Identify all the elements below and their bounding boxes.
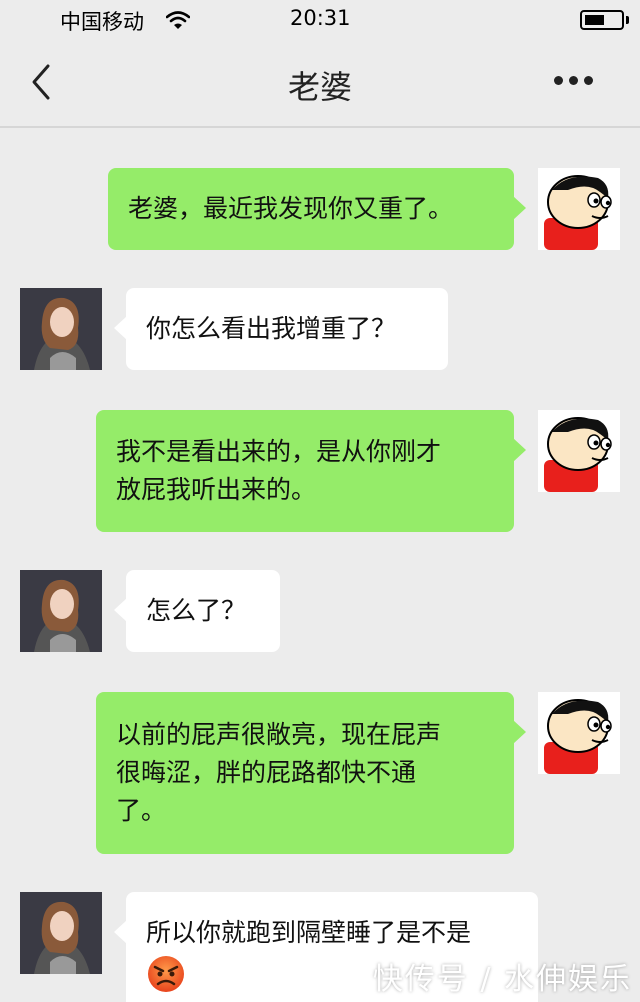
message-bubble-received[interactable]: 怎么了？ — [114, 570, 280, 652]
message-text: 我不是看出来的，是从你刚才 放屁我听出来的。 — [116, 437, 442, 504]
woman-photo-avatar-icon — [20, 288, 102, 370]
status-bar: 中国移动 20:31 — [0, 0, 640, 40]
status-time: 20:31 — [290, 6, 351, 30]
carrier-name: 中国移动 — [60, 10, 144, 34]
message-text: 怎么了？ — [146, 596, 247, 625]
woman-photo-avatar-icon — [20, 892, 102, 974]
message-text: 所以你就跑到隔壁睡了是不是 — [146, 918, 472, 947]
my-avatar[interactable] — [538, 410, 620, 492]
cartoon-boy-avatar-icon — [538, 410, 620, 492]
cartoon-boy-avatar-icon — [538, 168, 620, 250]
chat-title: 老婆 — [287, 68, 352, 106]
message-text: 你怎么看出我增重了？ — [146, 314, 397, 343]
woman-photo-avatar-icon — [20, 570, 102, 652]
my-avatar[interactable] — [538, 692, 620, 774]
partner-avatar[interactable] — [20, 570, 102, 652]
more-options-icon[interactable] — [552, 74, 596, 88]
partner-avatar[interactable] — [20, 288, 102, 370]
watermark: 快传号 / 水伸娱乐 — [372, 962, 632, 997]
message-bubble-received[interactable]: 你怎么看出我增重了？ — [114, 288, 448, 370]
chat-screen: 中国移动 20:31 老婆 老婆，最近我发现你又重了。 你怎么看出我增重了？ 我… — [0, 0, 640, 1002]
battery-icon — [580, 10, 624, 30]
my-avatar[interactable] — [538, 168, 620, 250]
battery-tip — [626, 16, 629, 24]
cartoon-boy-avatar-icon — [538, 692, 620, 774]
message-text: 老婆，最近我发现你又重了。 — [128, 194, 454, 223]
message-bubble-sent[interactable]: 老婆，最近我发现你又重了。 — [108, 168, 526, 250]
wifi-icon — [166, 11, 190, 29]
partner-avatar[interactable] — [20, 892, 102, 974]
message-bubble-sent[interactable]: 以前的屁声很敞亮，现在屁声 很晦涩，胖的屁路都快不通 了。 — [96, 692, 526, 854]
message-text: 以前的屁声很敞亮，现在屁声 很晦涩，胖的屁路都快不通 了。 — [116, 720, 442, 825]
message-bubble-sent[interactable]: 我不是看出来的，是从你刚才 放屁我听出来的。 — [96, 410, 526, 532]
nav-bar: 老婆 — [0, 40, 640, 128]
angry-face-icon — [148, 956, 184, 992]
battery-level — [585, 15, 604, 25]
